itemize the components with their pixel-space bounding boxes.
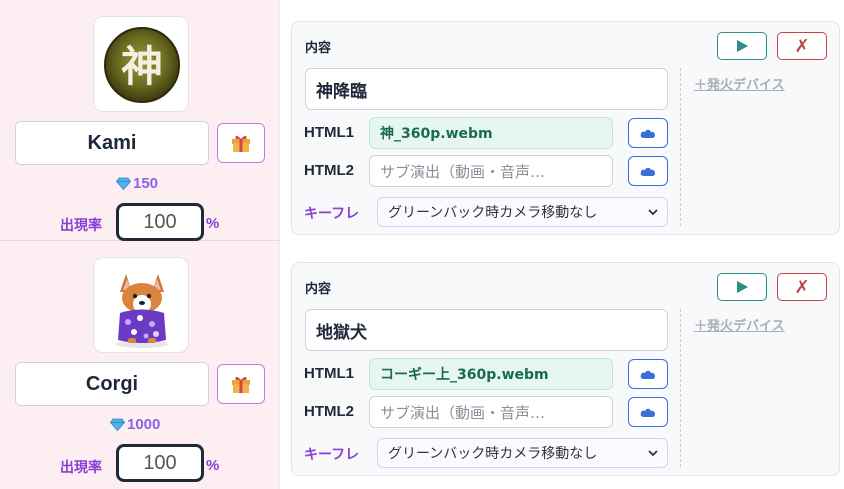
gift-button[interactable]	[217, 364, 265, 404]
gift-name-field[interactable]: Kami	[15, 121, 209, 165]
rate-label: 出現率	[60, 460, 102, 476]
html2-label: HTML2	[304, 162, 354, 179]
html1-value: 神_360p.webm	[380, 126, 493, 142]
gift-price: 150	[116, 175, 158, 192]
html2-field[interactable]: サブ演出（動画・音声…	[369, 396, 613, 428]
play-icon	[737, 281, 748, 293]
rate-input[interactable]: 100	[116, 203, 204, 241]
kami-glyph: 神	[121, 42, 163, 91]
html1-label: HTML1	[304, 365, 354, 382]
content-field[interactable]: 地獄犬	[305, 309, 668, 351]
price-value: 150	[133, 175, 159, 192]
rate-label: 出現率	[60, 218, 102, 234]
html2-field[interactable]: サブ演出（動画・音声…	[369, 155, 613, 187]
gift-button[interactable]	[217, 123, 265, 163]
html2-placeholder: サブ演出（動画・音声…	[380, 403, 546, 422]
delete-button[interactable]: ✗	[777, 32, 827, 60]
download-icon	[640, 167, 655, 176]
corgi-image	[116, 274, 168, 348]
add-device-link[interactable]: ＋発火デバイス	[694, 74, 785, 93]
close-icon: ✗	[794, 35, 810, 57]
gift-name-field[interactable]: Corgi	[15, 362, 209, 406]
content-value: 神降臨	[316, 81, 367, 102]
html1-label: HTML1	[304, 124, 354, 141]
gift-icon	[232, 376, 250, 393]
keyframe-value: グリーンバック時カメラ移動なし	[388, 446, 598, 462]
html2-label: HTML2	[304, 403, 354, 420]
rate-value: 100	[143, 210, 177, 233]
html1-field[interactable]: コーギー上_360p.webm	[369, 358, 613, 390]
chevron-down-icon	[648, 450, 658, 457]
percent-sign: %	[206, 457, 220, 474]
play-icon	[737, 40, 748, 52]
html1-select-button[interactable]	[628, 118, 668, 148]
keyframe-select[interactable]: グリーンバック時カメラ移動なし	[377, 438, 668, 468]
close-icon: ✗	[794, 276, 810, 298]
add-device-link[interactable]: ＋発火デバイス	[694, 315, 785, 334]
html1-select-button[interactable]	[628, 359, 668, 389]
html1-field[interactable]: 神_360p.webm	[369, 117, 613, 149]
keyframe-select[interactable]: グリーンバック時カメラ移動なし	[377, 197, 668, 227]
gift-row: Corgi 1000 出現率 100 %	[0, 241, 280, 482]
gift-row: 神 Kami 150 出現率 100 %	[0, 0, 280, 241]
card-title: 内容	[305, 41, 332, 56]
play-button[interactable]	[717, 273, 767, 301]
divider	[680, 68, 681, 226]
divider	[680, 309, 681, 467]
effect-card: 内容 ✗ 神降臨 ＋発火デバイス HTML1 神_360p.webm HTML2…	[291, 21, 840, 235]
keyframe-label: キーフレ	[304, 206, 360, 222]
keyframe-label: キーフレ	[304, 447, 360, 463]
content-value: 地獄犬	[316, 322, 367, 343]
gift-name: Corgi	[85, 372, 139, 395]
gift-thumbnail	[93, 257, 189, 353]
gift-thumbnail: 神	[93, 16, 189, 112]
effect-card: 内容 ✗ 地獄犬 ＋発火デバイス HTML1 コーギー上_360p.webm H…	[291, 262, 840, 476]
gift-list: 神 Kami 150 出現率 100 % Corgi 1000 出現率 100 …	[0, 0, 280, 489]
rate-input[interactable]: 100	[116, 444, 204, 482]
gift-icon	[232, 135, 250, 152]
diamond-icon	[116, 177, 131, 190]
html1-value: コーギー上_360p.webm	[380, 367, 549, 383]
percent-sign: %	[206, 215, 220, 232]
html2-select-button[interactable]	[628, 156, 668, 186]
html2-select-button[interactable]	[628, 397, 668, 427]
price-value: 1000	[127, 416, 161, 433]
play-button[interactable]	[717, 32, 767, 60]
gift-name: Kami	[87, 131, 137, 154]
content-field[interactable]: 神降臨	[305, 68, 668, 110]
card-title: 内容	[305, 282, 332, 297]
html2-placeholder: サブ演出（動画・音声…	[380, 162, 546, 181]
gift-price: 1000	[110, 416, 160, 433]
chevron-down-icon	[648, 209, 658, 216]
download-icon	[640, 408, 655, 417]
rate-value: 100	[143, 451, 177, 474]
keyframe-value: グリーンバック時カメラ移動なし	[388, 205, 598, 221]
download-icon	[640, 370, 655, 379]
delete-button[interactable]: ✗	[777, 273, 827, 301]
kami-image: 神	[104, 27, 180, 103]
diamond-icon	[110, 418, 125, 431]
download-icon	[640, 129, 655, 138]
